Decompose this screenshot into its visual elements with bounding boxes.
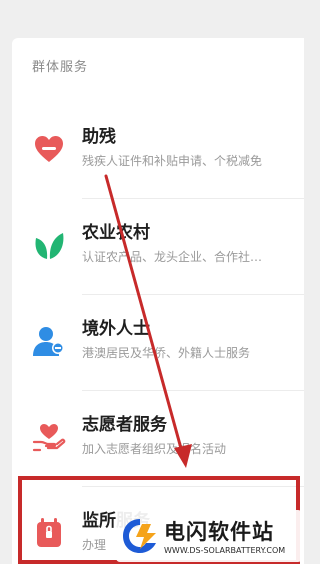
- watermark-url: WWW.DS-SOLARBATTERY.COM: [164, 546, 286, 555]
- section-title: 群体服务: [32, 60, 89, 75]
- watermark-title: 电闪软件站: [164, 520, 274, 544]
- person-icon: [33, 327, 64, 356]
- service-item-desc: 认证农产品、龙头企业、合作社…: [82, 250, 263, 264]
- service-item-disability[interactable]: 助残 残疾人证件和补贴申请、个税减免: [12, 102, 304, 198]
- service-item-desc: 加入志愿者组织及报名活动: [82, 442, 227, 456]
- lightning-logo-icon: [123, 519, 156, 553]
- hand-heart-icon: [32, 424, 66, 452]
- service-item-title: 境外人士: [82, 319, 150, 339]
- heart-icon: [35, 136, 63, 162]
- service-item-overseas[interactable]: 境外人士 港澳居民及华侨、外籍人士服务: [12, 294, 304, 390]
- service-item-desc: 残疾人证件和补贴申请、个税减免: [82, 154, 263, 168]
- service-item-agriculture[interactable]: 农业农村 认证农产品、龙头企业、合作社…: [12, 198, 304, 294]
- service-item-title: 农业农村: [82, 223, 150, 243]
- service-item-title: 助残: [82, 127, 116, 147]
- watermark: 电闪软件站 WWW.DS-SOLARBATTERY.COM: [116, 510, 302, 562]
- service-item-desc: 港澳居民及华侨、外籍人士服务: [82, 346, 251, 360]
- leaf-icon: [35, 233, 64, 259]
- service-item-title: 志愿者服务: [82, 415, 167, 435]
- service-item-volunteer[interactable]: 志愿者服务 加入志愿者组织及报名活动: [12, 390, 304, 486]
